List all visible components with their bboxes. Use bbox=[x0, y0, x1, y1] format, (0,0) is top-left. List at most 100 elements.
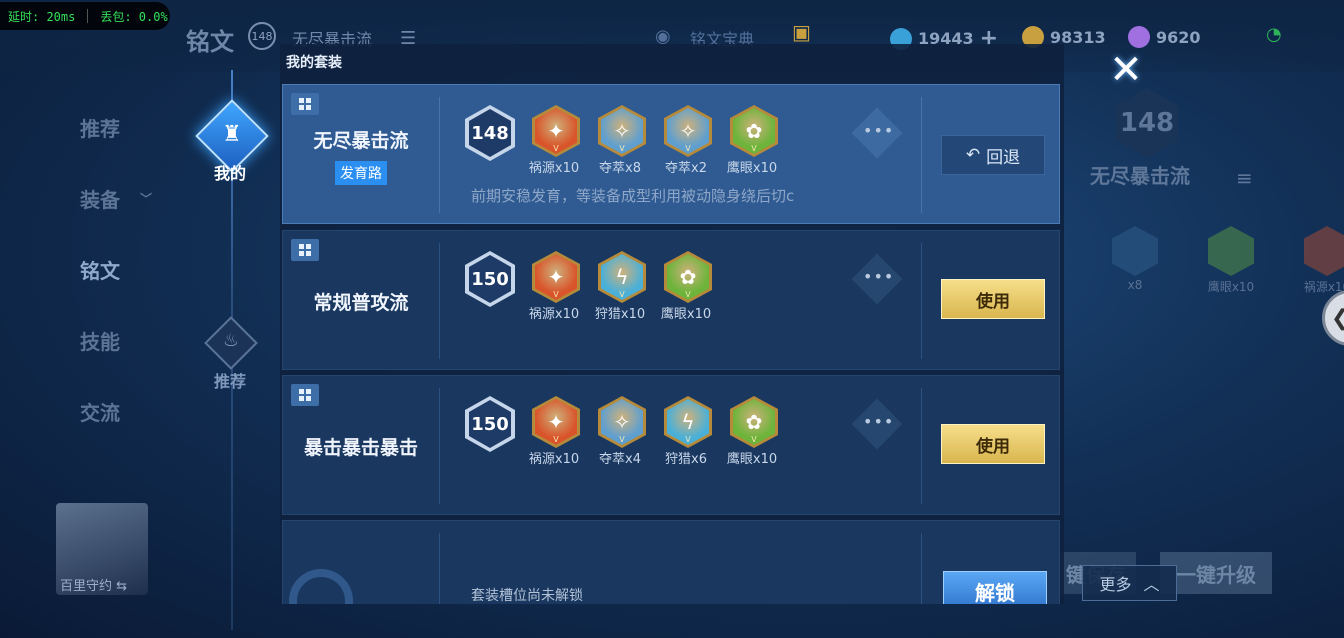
rune-name: 祸源 bbox=[528, 307, 555, 322]
side-menu-label: 推荐 bbox=[80, 117, 120, 141]
rune-item[interactable]: ✦ V 祸源x10 bbox=[527, 396, 585, 467]
rune-count: 狩猎x10 bbox=[589, 303, 651, 322]
side-menu-item[interactable]: 装备 ﹀ bbox=[80, 163, 200, 234]
packet-loss-text: 丢包: 0.0% bbox=[100, 9, 168, 24]
side-menu-item[interactable]: 交流 bbox=[80, 376, 200, 447]
chevron-down-icon: ﹀ bbox=[140, 192, 153, 206]
locked-set-card: 套装槽位尚未解锁 解锁 bbox=[282, 520, 1060, 604]
rune-count: 狩猎x6 bbox=[655, 448, 717, 467]
set-name-area: 无尽暴击流 发育路 bbox=[283, 85, 439, 225]
lightning-icon: ϟV bbox=[598, 251, 646, 303]
undo-icon: ↶ bbox=[965, 145, 981, 165]
eye-icon: ✿ V bbox=[664, 251, 712, 303]
rune-set-card[interactable]: 无尽暴击流 发育路 148 ✦ V 祸源x10 ✧ V 夺萃x8 ✧ V 夺萃x2 ✿ V 鹰眼x10 前期安… bbox=[282, 84, 1060, 224]
rune-quantity: x10 bbox=[554, 452, 580, 467]
right-rune-count: 鹰眼x10 bbox=[1207, 280, 1255, 294]
rune-count: 祸源x10 bbox=[523, 303, 585, 322]
rune-list: ✦ V 祸源x10 ✧ V 夺萃x4 ϟ V 狩猎x6 ✿ V 鹰眼x10 bbox=[527, 396, 783, 467]
use-set-button[interactable]: 使用 bbox=[941, 424, 1045, 464]
rune-quantity: x10 bbox=[686, 307, 712, 322]
unlock-button[interactable]: 解锁 bbox=[943, 571, 1047, 604]
side-menu-item[interactable]: 铭文 bbox=[80, 234, 200, 305]
rune-level-mark: V bbox=[685, 435, 691, 444]
rune-level-mark: V bbox=[553, 435, 559, 444]
status-divider bbox=[87, 9, 89, 23]
rune-item[interactable]: ✦ V 祸源x10 bbox=[527, 251, 585, 322]
close-icon[interactable]: ✕ bbox=[1106, 50, 1146, 90]
rune-item[interactable]: ϟ V 狩猎x10 bbox=[593, 251, 651, 322]
rune-item[interactable]: ✧ V 夺萃x2 bbox=[659, 105, 717, 176]
chest-icon[interactable]: ▣ bbox=[792, 20, 811, 44]
network-status: 延时: 20ms 丢包: 0.0% bbox=[0, 2, 170, 30]
tab-recommend-label[interactable]: 推荐 bbox=[214, 368, 246, 392]
latency-text: 延时: 20ms bbox=[8, 9, 76, 24]
divider bbox=[439, 533, 440, 604]
rune-count: 鹰眼x10 bbox=[721, 448, 783, 467]
lane-tag: 发育路 bbox=[335, 160, 387, 185]
lock-icon bbox=[289, 569, 353, 604]
flame-icon: ✦ V bbox=[532, 396, 580, 448]
rune-item[interactable]: ϟ V 狩猎x6 bbox=[659, 396, 717, 467]
rune-item[interactable]: ✧ V 夺萃x8 bbox=[593, 105, 651, 176]
rune-hex bbox=[1112, 226, 1158, 276]
rune-level-mark: V bbox=[553, 290, 559, 299]
rune-quantity: x10 bbox=[554, 307, 580, 322]
rune-count: 鹰眼x10 bbox=[721, 157, 783, 176]
currency-item: 9620 bbox=[1128, 26, 1201, 48]
rune-quantity: x10 bbox=[752, 161, 778, 176]
rune-level-mark: V bbox=[685, 290, 691, 299]
rune-count: 鹰眼x10 bbox=[655, 303, 717, 322]
more-button[interactable]: 更多 ︿ bbox=[1082, 565, 1177, 601]
hero-name[interactable]: 百里守约 ⇆ bbox=[60, 575, 127, 594]
side-menu-item[interactable]: 推荐 bbox=[80, 92, 200, 163]
rune-level-mark: V bbox=[619, 290, 625, 299]
rune-name: 祸源 bbox=[528, 452, 555, 467]
rune-quantity: x4 bbox=[625, 452, 641, 467]
rune-quantity: x10 bbox=[752, 452, 778, 467]
rune-item[interactable]: ✧ V 夺萃x4 bbox=[593, 396, 651, 467]
menu-icon[interactable]: ≡ bbox=[1236, 166, 1253, 190]
eye-icon: ✿ V bbox=[730, 105, 778, 157]
rune-list: ✦ V 祸源x10 ϟ V 狩猎x10 ✿ V 鹰眼x10 bbox=[527, 251, 717, 322]
divider bbox=[439, 243, 440, 359]
divider bbox=[921, 243, 922, 359]
rune-level-mark: V bbox=[751, 144, 757, 153]
rune-hex bbox=[1208, 226, 1254, 276]
tab-mine-label[interactable]: 我的 bbox=[214, 160, 246, 184]
revert-button[interactable]: ↶ 回退 bbox=[941, 135, 1045, 175]
rune-count: 夺萃x8 bbox=[589, 157, 651, 176]
use-set-button[interactable]: 使用 bbox=[941, 279, 1045, 319]
revert-label: 回退 bbox=[986, 147, 1021, 168]
lightning-icon: ϟV bbox=[664, 396, 712, 448]
set-level-badge: 148 bbox=[248, 22, 276, 50]
rune-quantity: x6 bbox=[691, 452, 707, 467]
crystal-icon bbox=[1128, 26, 1150, 48]
rune-set-card[interactable]: 常规普攻流 150 ✦ V 祸源x10 ϟ V 狩猎x10 ✿ V 鹰眼x10 ••• 使用 bbox=[282, 230, 1060, 370]
crossed-icon: ✧ V bbox=[598, 396, 646, 448]
rune-item[interactable]: ✿ V 鹰眼x10 bbox=[659, 251, 717, 322]
rune-level-mark: V bbox=[685, 144, 691, 153]
currency-value: 9620 bbox=[1156, 27, 1201, 47]
right-rune: 祸源x10 bbox=[1302, 226, 1344, 295]
crossed-icon: ✧ V bbox=[598, 105, 646, 157]
rune-set-card[interactable]: 暴击暴击暴击 150 ✦ V 祸源x10 ✧ V 夺萃x4 ϟ V 狩猎x6 ✿ V 鹰眼x10 ••• 使用 bbox=[282, 375, 1060, 515]
set-description: 前期安稳发育，等装备成型利用被动隐身绕后切c bbox=[471, 187, 795, 205]
rune-item[interactable]: ✿ V 鹰眼x10 bbox=[725, 396, 783, 467]
set-name: 常规普攻流 bbox=[313, 291, 409, 314]
set-name-area: 暴击暴击暴击 bbox=[283, 376, 439, 516]
right-rune: 鹰眼x10 bbox=[1206, 226, 1256, 295]
rune-name: 鹰眼 bbox=[660, 307, 687, 322]
side-menu-item[interactable]: 技能 bbox=[80, 305, 200, 376]
rune-item[interactable]: ✦ V 祸源x10 bbox=[527, 105, 585, 176]
divider bbox=[921, 533, 922, 604]
set-name: 暴击暴击暴击 bbox=[303, 436, 418, 459]
rune-quantity: x10 bbox=[554, 161, 580, 176]
rune-name: 祸源 bbox=[528, 161, 555, 176]
rune-item[interactable]: ✿ V 鹰眼x10 bbox=[725, 105, 783, 176]
right-rune-list: x8 鹰眼x10 祸源x10 bbox=[1110, 226, 1344, 295]
side-menu: 推荐装备 ﹀ 铭文 技能 交流 bbox=[80, 92, 200, 447]
set-name-area: 常规普攻流 bbox=[283, 231, 439, 371]
rune-level-mark: V bbox=[553, 144, 559, 153]
rune-count: 夺萃x2 bbox=[655, 157, 717, 176]
right-set-name: 无尽暴击流 bbox=[1090, 164, 1190, 188]
